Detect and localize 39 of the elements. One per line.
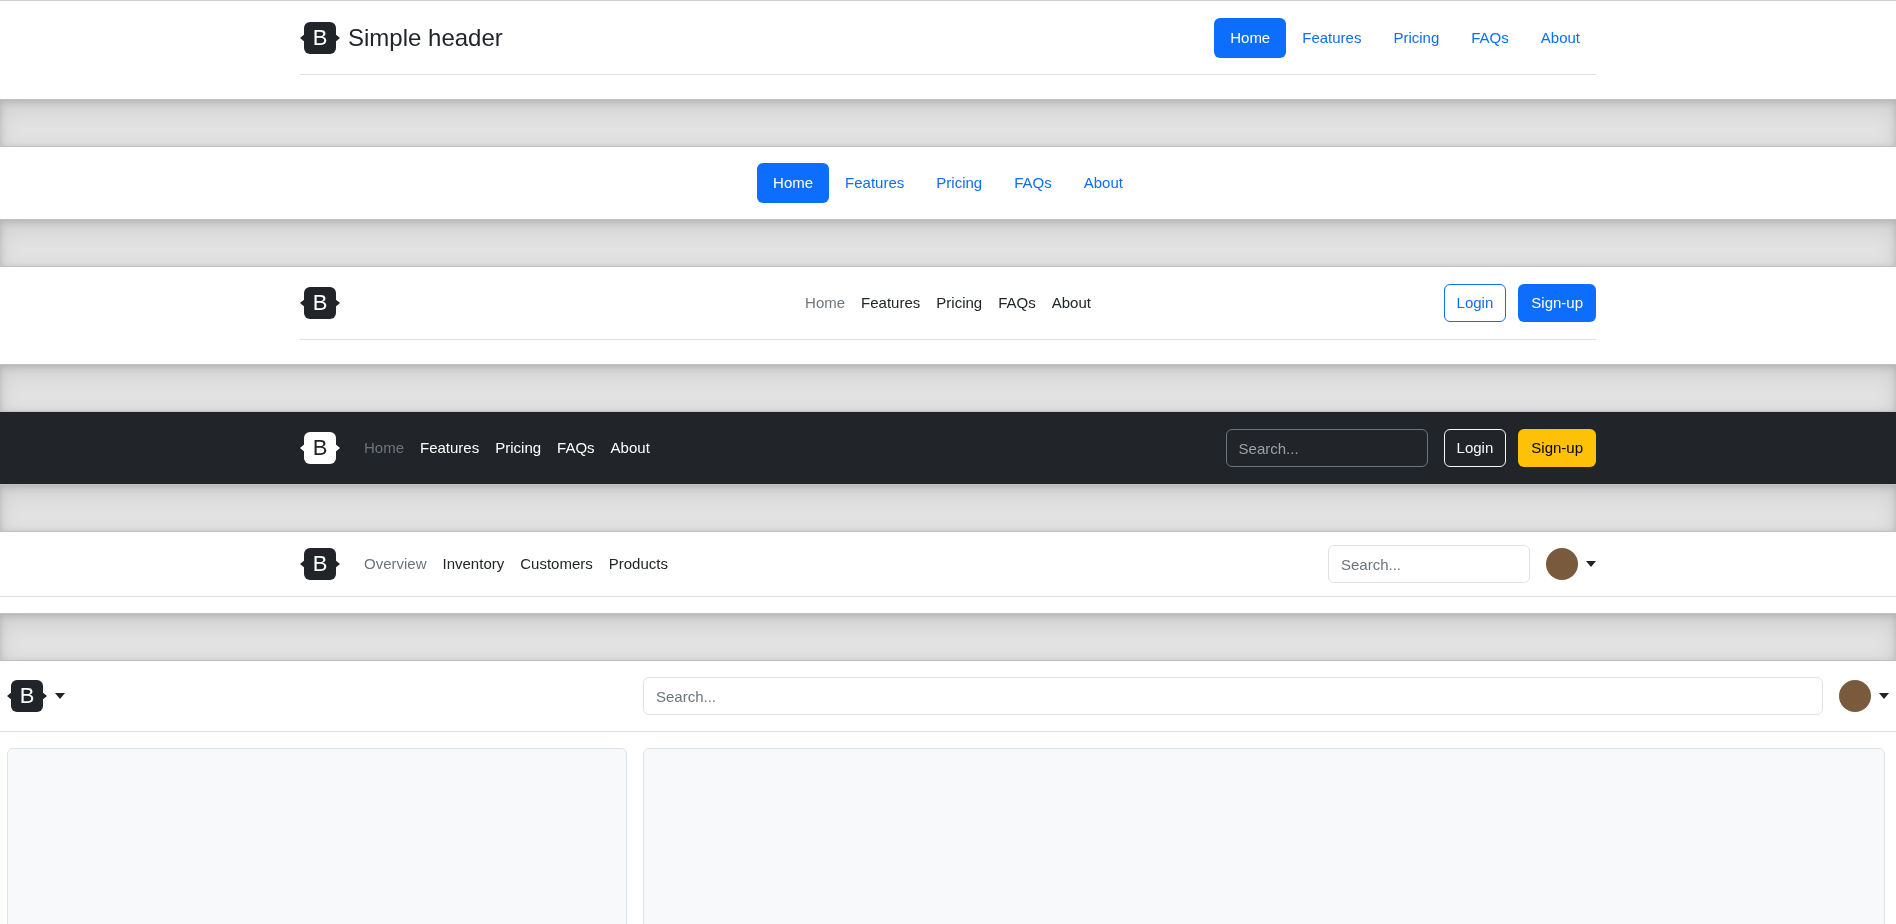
nav-link[interactable]: Home [797, 283, 854, 323]
signup-button[interactable]: Sign-up [1518, 429, 1596, 467]
nav-link[interactable]: About [602, 428, 658, 468]
nav-tab[interactable]: Home [1214, 18, 1287, 58]
avatar-circle[interactable] [1839, 680, 1871, 712]
nav-tab[interactable]: About [1067, 163, 1139, 203]
nav-tab[interactable]: Pricing [1377, 18, 1456, 58]
signup-button[interactable]: Sign-up [1518, 284, 1596, 322]
nav-link[interactable]: Pricing [487, 428, 550, 468]
nav-tab[interactable]: Home [757, 163, 830, 203]
login-button[interactable]: Login [1443, 429, 1507, 467]
nav-tab[interactable]: Pricing [920, 163, 999, 203]
nav-tab[interactable]: Features [829, 163, 921, 203]
nav-link[interactable]: Pricing [928, 283, 991, 323]
nav-link[interactable]: FAQs [549, 428, 603, 468]
nav-tab[interactable]: FAQs [1455, 18, 1525, 58]
caret-icon[interactable] [55, 693, 65, 699]
caret-icon[interactable] [1879, 693, 1889, 699]
login-button[interactable]: Login [1443, 284, 1507, 322]
nav-link[interactable]: Customers [512, 544, 601, 584]
brand-logo[interactable]: B [300, 22, 340, 54]
nav-tab[interactable]: FAQs [998, 163, 1068, 203]
brand-name[interactable]: Simple header [348, 24, 503, 52]
brand-logo[interactable]: B [300, 287, 340, 319]
brand-logo[interactable]: B [300, 548, 340, 580]
brand-logo[interactable]: B [7, 680, 47, 712]
nav-link[interactable]: Inventory [434, 544, 513, 584]
nav-link[interactable]: Features [412, 428, 488, 468]
nav-tab[interactable]: Features [1286, 18, 1378, 58]
brand-logo[interactable]: B [300, 432, 340, 464]
nav-link[interactable]: Products [600, 544, 676, 584]
nav-link[interactable]: FAQs [990, 283, 1044, 323]
search-field[interactable]: Search... [1225, 429, 1428, 467]
nav-link[interactable]: Overview [356, 544, 435, 584]
nav-tab[interactable]: About [1524, 18, 1596, 58]
avatar-circle[interactable] [1546, 548, 1578, 580]
caret-icon[interactable] [1586, 561, 1596, 567]
nav-link[interactable]: About [1043, 283, 1099, 323]
nav-link[interactable]: Features [853, 283, 929, 323]
